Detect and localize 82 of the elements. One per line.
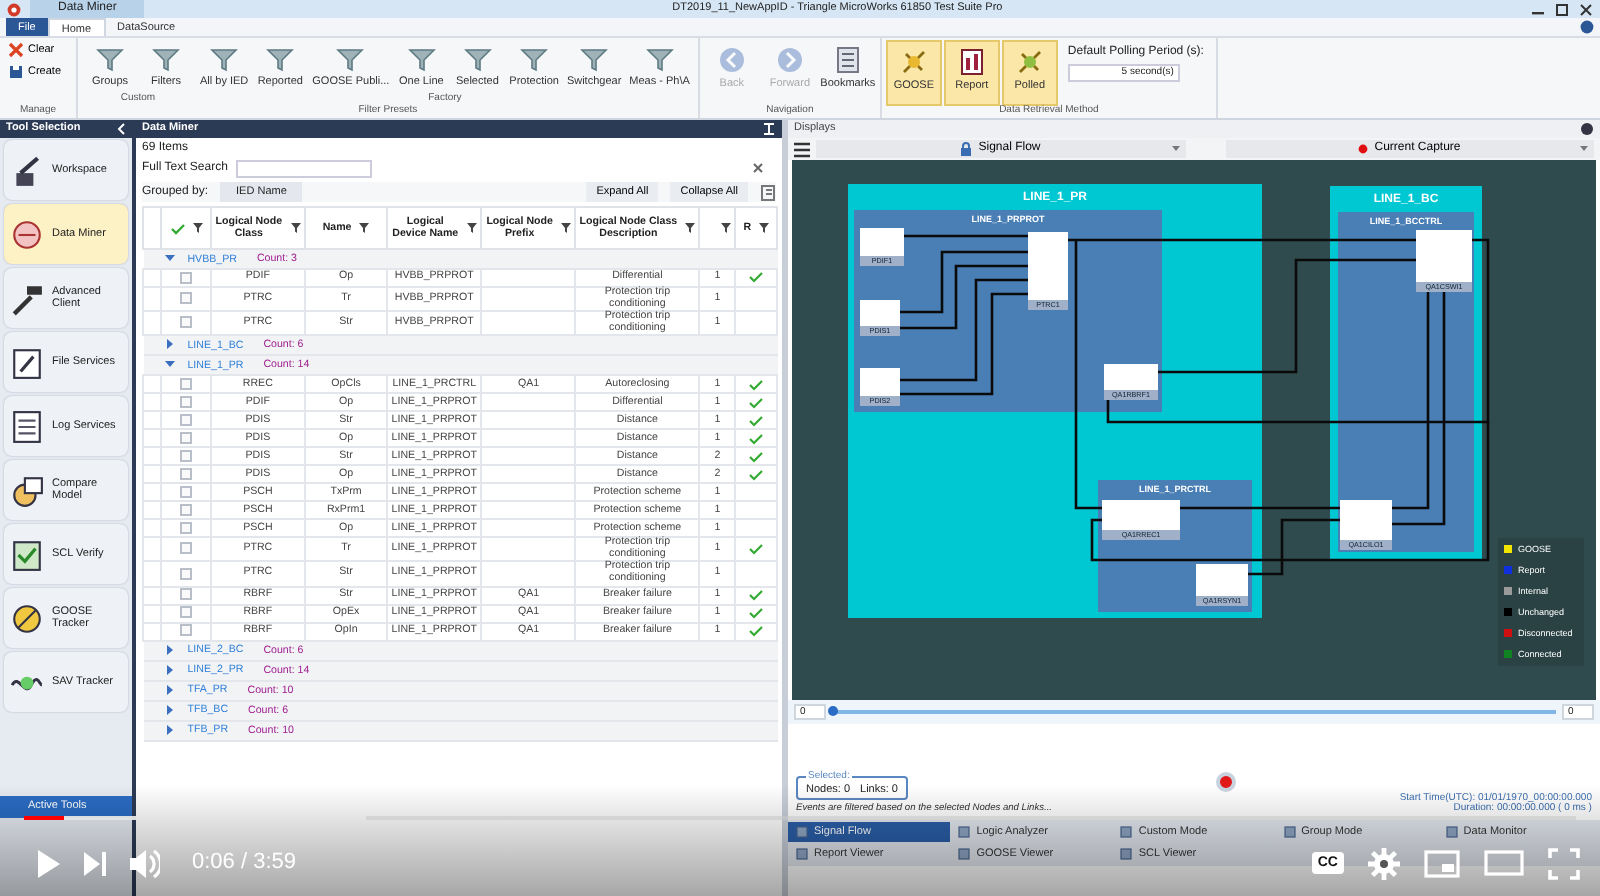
menu-icon xyxy=(794,141,810,157)
speaker-icon xyxy=(130,847,160,879)
funnel-icon xyxy=(520,46,549,72)
maximize-button[interactable] xyxy=(1554,1,1570,17)
row-checkbox[interactable] xyxy=(180,413,193,426)
filter-icon xyxy=(290,222,303,235)
funnel-icon xyxy=(96,46,124,72)
funnel-icon xyxy=(210,46,239,72)
satellite-icon xyxy=(1015,48,1044,76)
play-icon xyxy=(36,849,60,877)
mode-icon xyxy=(1445,826,1458,838)
row-checkbox[interactable] xyxy=(180,467,193,480)
compare-icon xyxy=(10,473,44,507)
timeline-track[interactable] xyxy=(832,710,1556,714)
log-icon xyxy=(10,409,44,443)
play-button[interactable] xyxy=(36,849,60,877)
filter-icon xyxy=(757,222,770,235)
row-checkbox[interactable] xyxy=(180,316,193,329)
video-time: 0:06 / 3:59 xyxy=(192,850,296,876)
theater-mode-button[interactable] xyxy=(1484,850,1524,876)
funnel-icon xyxy=(463,46,492,72)
volume-button[interactable] xyxy=(130,847,160,879)
menu-button[interactable] xyxy=(794,141,810,157)
row-checkbox[interactable] xyxy=(180,503,193,516)
filter-icon xyxy=(357,222,370,235)
filter-icon xyxy=(466,222,479,235)
record-dot-icon xyxy=(1358,144,1369,154)
filter-icon xyxy=(191,222,204,235)
row-checkbox[interactable] xyxy=(180,606,193,619)
satellite-icon xyxy=(899,48,928,76)
magnifier-icon xyxy=(10,217,44,251)
funnel-icon xyxy=(645,46,674,72)
miniplayer-icon xyxy=(1424,849,1460,877)
bar-chart-icon xyxy=(957,48,986,76)
row-checkbox[interactable] xyxy=(180,449,193,462)
maximize-icon xyxy=(1554,1,1570,17)
row-checkbox[interactable] xyxy=(180,271,193,284)
row-checkbox[interactable] xyxy=(180,542,193,555)
caret-icon xyxy=(1171,146,1179,152)
fullscreen-button[interactable] xyxy=(1548,847,1580,879)
tools-icon xyxy=(10,153,44,187)
row-checkbox[interactable] xyxy=(180,395,193,408)
clear-icon xyxy=(752,161,764,174)
funnel-icon xyxy=(580,46,609,72)
funnel-icon xyxy=(407,46,436,72)
hammer-icon xyxy=(10,281,44,315)
row-checkbox[interactable] xyxy=(180,521,193,534)
close-button[interactable] xyxy=(1578,1,1594,17)
row-checkbox[interactable] xyxy=(180,377,193,390)
funnel-icon xyxy=(266,46,295,72)
row-checkbox[interactable] xyxy=(180,567,193,580)
search-field[interactable] xyxy=(235,159,372,178)
column-chooser-icon xyxy=(760,183,776,202)
record-button[interactable] xyxy=(1215,772,1236,792)
next-button[interactable] xyxy=(84,851,106,875)
lock-icon xyxy=(960,142,973,156)
app-logo-icon xyxy=(6,1,22,17)
funnel-icon xyxy=(336,46,365,72)
mode-icon xyxy=(1283,826,1296,838)
row-checkbox[interactable] xyxy=(180,292,193,305)
x-icon xyxy=(8,42,24,58)
close-icon xyxy=(1578,1,1594,17)
legend-panel xyxy=(1498,538,1584,666)
fullscreen-icon xyxy=(1548,847,1580,879)
filter-icon xyxy=(560,222,573,235)
slider-thumb[interactable] xyxy=(828,706,838,716)
miniplayer-button[interactable] xyxy=(1424,849,1460,877)
row-checkbox[interactable] xyxy=(180,431,193,444)
row-checkbox[interactable] xyxy=(180,624,193,637)
row-checkbox[interactable] xyxy=(180,588,193,601)
list-icon xyxy=(833,46,862,74)
caret-icon xyxy=(1580,146,1588,152)
filter-icon xyxy=(720,222,733,235)
theater-icon xyxy=(1484,850,1524,876)
skip-next-icon xyxy=(84,851,106,875)
filter-icon xyxy=(683,222,696,235)
funnel-icon xyxy=(152,46,180,72)
check-icon xyxy=(169,221,186,236)
document-icon xyxy=(10,345,44,379)
row-checkbox[interactable] xyxy=(180,485,193,498)
check-document-icon xyxy=(10,537,44,571)
goose-tracker-icon xyxy=(10,601,44,635)
